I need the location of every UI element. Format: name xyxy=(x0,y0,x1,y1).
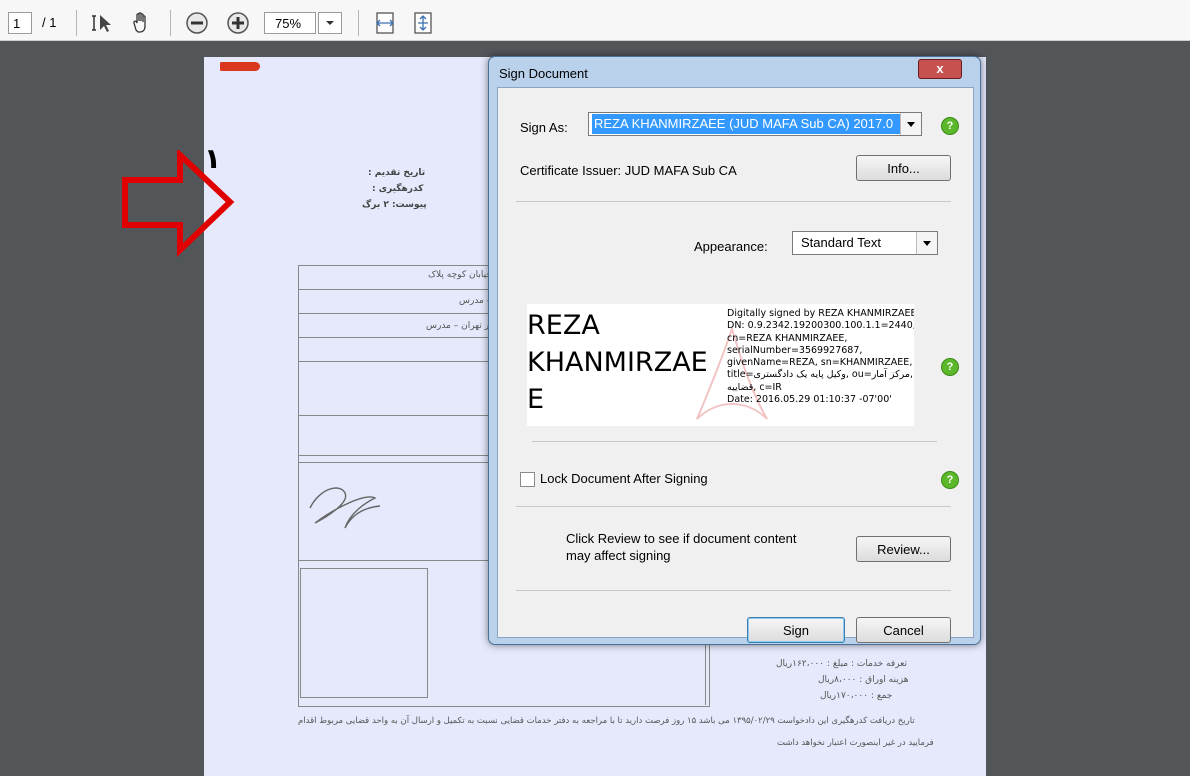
zoom-in-icon[interactable] xyxy=(225,10,251,36)
fee-line: هزینه اوراق : ۸،۰۰۰ریال xyxy=(818,675,909,685)
table-divider xyxy=(298,313,493,314)
dialog-body: Sign As: REZA KHANMIRZAEE (JUD MAFA Sub … xyxy=(497,87,974,643)
help-icon[interactable]: ? xyxy=(941,117,959,135)
sign-button[interactable]: Sign xyxy=(747,617,845,643)
appearance-select[interactable]: Standard Text xyxy=(792,231,938,255)
page-total-label: / 1 xyxy=(42,15,57,30)
dialog-title: Sign Document xyxy=(499,66,588,81)
sign-as-value: REZA KHANMIRZAEE (JUD MAFA Sub CA) 2017.… xyxy=(592,114,900,134)
table-divider xyxy=(298,289,493,290)
handwritten-signature-icon xyxy=(309,487,381,529)
preview-detail-line: قضاییه, c=IR xyxy=(727,381,782,393)
review-button[interactable]: Review... xyxy=(856,536,951,562)
fee-line: جمع : ۱۷۰،۰۰۰ریال xyxy=(820,691,893,701)
preview-name-line: KHANMIRZAE xyxy=(527,347,708,378)
review-hint: Click Review to see if document content xyxy=(566,531,797,546)
table-divider xyxy=(298,455,493,456)
arrow-right-annotation-icon xyxy=(122,150,235,258)
chevron-down-icon xyxy=(900,113,921,135)
footer-notice: تاریخ دریافت کدرهگیری این دادخواست ۱۳۹۵/… xyxy=(298,716,915,726)
preview-name-line: E xyxy=(527,384,545,415)
fit-width-icon[interactable] xyxy=(372,10,398,36)
preview-detail-line: title=وکیل پایه یک دادگستری, ou=مرکز آما… xyxy=(727,369,914,381)
review-hint: may affect signing xyxy=(566,548,671,563)
step-one-label: ۱ xyxy=(204,142,222,175)
preview-detail-line: Digitally signed by REZA KHANMIRZAEE xyxy=(727,308,914,319)
sign-as-select[interactable]: REZA KHANMIRZAEE (JUD MAFA Sub CA) 2017.… xyxy=(588,112,922,136)
address-row: - مدرس xyxy=(459,296,490,306)
lock-document-checkbox[interactable] xyxy=(520,472,535,487)
appearance-label: Appearance: xyxy=(694,239,768,254)
toolbar-divider xyxy=(358,10,359,36)
photo-box xyxy=(300,568,428,698)
sign-document-dialog: Sign Document x Sign As: REZA KHANMIRZAE… xyxy=(488,56,981,645)
select-tool-icon[interactable] xyxy=(90,10,116,36)
separator xyxy=(516,201,951,202)
preview-detail-line: cn=REZA KHANMIRZAEE, xyxy=(727,332,848,344)
sign-as-label: Sign As: xyxy=(520,120,568,135)
tracking-code-label: کدرهگیری : xyxy=(372,184,424,194)
hand-tool-icon[interactable] xyxy=(128,10,154,36)
preview-detail-line: givenName=REZA, sn=KHANMIRZAEE, xyxy=(727,357,913,369)
appearance-value: Standard Text xyxy=(801,235,881,250)
separator xyxy=(516,506,951,507)
submit-date-label: تاریخ تقدیم : xyxy=(368,168,426,178)
preview-detail-line: DN: 0.9.2342.19200300.100.1.1=2440, xyxy=(727,320,914,332)
toolbar: 1 / 1 75% xyxy=(0,0,1190,41)
page-tag-icon xyxy=(220,62,260,71)
close-button[interactable]: x xyxy=(918,59,962,79)
zoom-dropdown-button[interactable] xyxy=(318,12,342,34)
table-divider xyxy=(705,640,706,705)
toolbar-divider xyxy=(170,10,171,36)
zoom-out-icon[interactable] xyxy=(184,10,210,36)
preview-name-line: REZA xyxy=(527,310,600,341)
fee-line: تعرفه خدمات : مبلغ : ۱۶۲،۰۰۰ریال xyxy=(776,659,908,669)
preview-detail-line: Date: 2016.05.29 01:10:37 -07'00' xyxy=(727,394,892,406)
table-divider xyxy=(298,462,493,463)
toolbar-divider xyxy=(76,10,77,36)
certificate-issuer: Certificate Issuer: JUD MAFA Sub CA xyxy=(520,163,737,178)
chevron-down-icon xyxy=(916,232,937,254)
table-divider xyxy=(298,337,493,338)
table-divider xyxy=(298,415,493,416)
page-number-input[interactable]: 1 xyxy=(8,12,32,34)
lock-document-label[interactable]: Lock Document After Signing xyxy=(540,471,708,486)
chevron-down-icon xyxy=(326,21,334,25)
footer-notice: فرمایید در غیر اینصورت اعتبار نخواهد داش… xyxy=(777,738,934,748)
zoom-level-input[interactable]: 75% xyxy=(264,12,316,34)
help-icon[interactable]: ? xyxy=(941,358,959,376)
preview-details: Digitally signed by REZA KHANMIRZAEE DN:… xyxy=(727,308,914,406)
address-row: ر تهران – مدرس xyxy=(426,321,490,331)
preview-detail-line: serialNumber=3569927687, xyxy=(727,344,863,356)
fit-page-icon[interactable] xyxy=(410,10,436,36)
separator xyxy=(532,441,937,442)
table-divider xyxy=(298,560,493,561)
cancel-button[interactable]: Cancel xyxy=(856,617,951,643)
address-row: خیابان کوچه پلاک xyxy=(428,270,492,280)
separator xyxy=(516,590,951,591)
help-icon[interactable]: ? xyxy=(941,471,959,489)
attachment-label: پیوست: ۲ برگ xyxy=(362,200,427,210)
info-button[interactable]: Info... xyxy=(856,155,951,181)
table-divider xyxy=(298,361,493,362)
signature-preview: REZA KHANMIRZAE E Digitally signed by RE… xyxy=(527,304,914,426)
